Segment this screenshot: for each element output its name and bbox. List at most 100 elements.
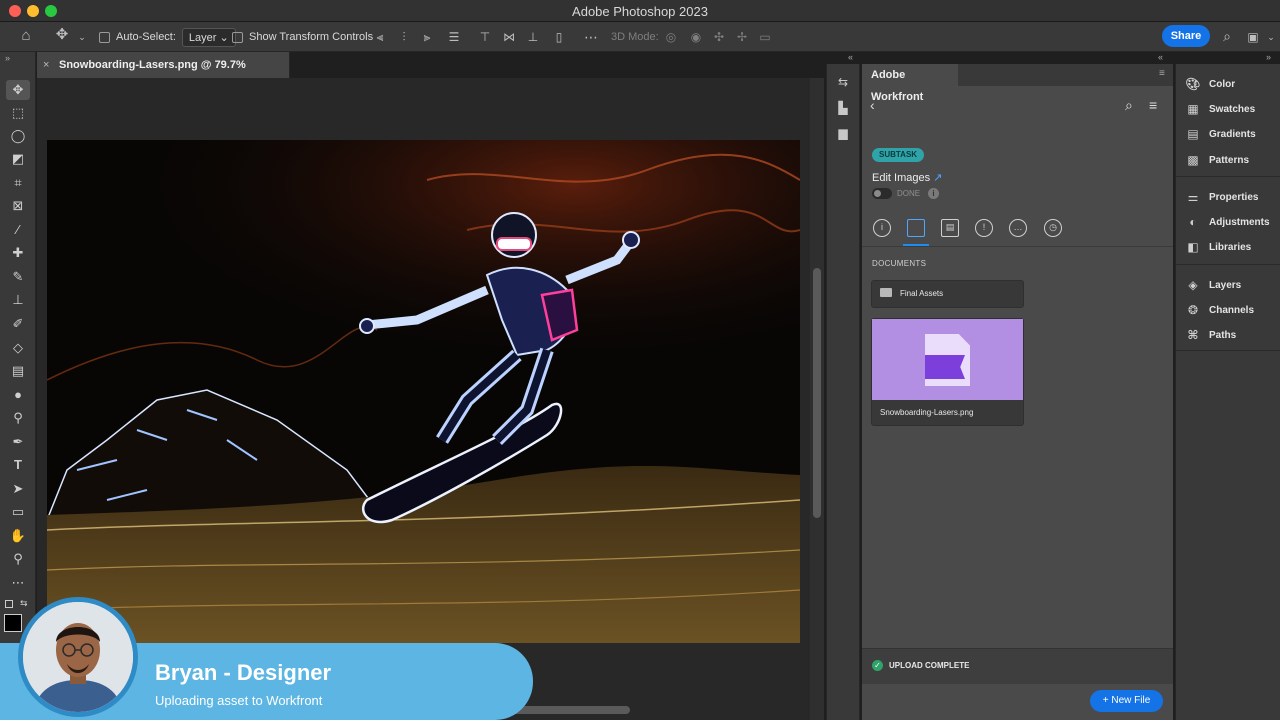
move-tool-icon[interactable]: ✥ [55, 27, 69, 42]
dodge-tool-icon[interactable]: ⚲ [6, 408, 30, 428]
panel-menu-icon[interactable]: ≡ [1159, 68, 1165, 79]
info-icon[interactable]: i [928, 188, 939, 199]
chevron-down-icon[interactable]: ⌄ [1264, 30, 1278, 44]
panel-libraries[interactable]: ◧ Libraries [1185, 240, 1251, 254]
gradient-tool-icon[interactable]: ▤ [6, 361, 30, 381]
hamburger-menu-icon[interactable]: ≡ [1149, 97, 1157, 113]
more-options-icon[interactable]: ⋯ [584, 30, 598, 44]
zoom-tool-icon[interactable]: ⚲ [6, 549, 30, 569]
paths-icon: ⌘ [1187, 328, 1199, 342]
panel-channels[interactable]: ❂ Channels [1185, 303, 1254, 317]
tab-time-icon[interactable]: ◷ [1044, 219, 1062, 237]
panel-label: Channels [1209, 304, 1255, 316]
workspace-icon[interactable]: ▣ [1246, 30, 1260, 44]
share-button[interactable]: Share [1162, 25, 1210, 47]
palette-icon: 🎨︎ [1185, 77, 1201, 91]
marquee-tool-icon[interactable]: ⬚ [6, 103, 30, 123]
eyedropper-tool-icon[interactable]: ⁄ [6, 220, 30, 240]
panel-swatches[interactable]: ▦ Swatches [1185, 102, 1255, 116]
tab-documents-icon[interactable] [907, 219, 925, 237]
search-icon[interactable]: ⌕ [1125, 97, 1133, 114]
hand-tool-icon[interactable]: ✋ [6, 526, 30, 546]
align-bottom-icon[interactable]: ⊥ [526, 30, 540, 44]
panel-icon-strip [826, 64, 860, 720]
panel-label: Color [1209, 78, 1236, 90]
panel-paths[interactable]: ⌘ Paths [1185, 328, 1236, 342]
object-select-tool-icon[interactable]: ◩ [6, 149, 30, 169]
panel-group-divider [1176, 176, 1280, 177]
home-icon[interactable]: ⌂ [18, 28, 34, 45]
channels-icon: ❂ [1187, 303, 1199, 317]
panel-label: Gradients [1209, 128, 1256, 140]
align-right-icon[interactable]: ⫸ [420, 30, 434, 44]
3d-orbit-icon: ◎ [665, 30, 677, 44]
tab-tasks-icon[interactable]: ▤ [941, 219, 959, 237]
crop-tool-icon[interactable]: ⌗ [6, 173, 30, 193]
3d-mode-label: 3D Mode: [611, 31, 659, 43]
plugin-icon[interactable]: ▙ [835, 101, 851, 117]
tab-updates-icon[interactable]: … [1009, 219, 1027, 237]
external-link-icon: ↗ [933, 172, 943, 184]
path-select-tool-icon[interactable]: ➤ [6, 479, 30, 499]
3d-roll-icon: ◉ [690, 30, 702, 44]
align-left-icon[interactable]: ⫷ [373, 30, 387, 44]
panel-gradients[interactable]: ▤ Gradients [1185, 127, 1256, 141]
workfront-panel-tab[interactable]: Adobe Workfront [862, 64, 958, 103]
presenter-name: Bryan - Designer [155, 660, 332, 685]
panel-adjustments[interactable]: ◐ Adjustments [1185, 215, 1269, 229]
foreground-color-swatch[interactable] [4, 614, 22, 632]
collapse-panels-icon[interactable]: « [848, 52, 853, 62]
distribute-icon[interactable]: ☰ [447, 30, 461, 44]
image-canvas[interactable] [47, 140, 800, 643]
panel-label: Swatches [1209, 103, 1256, 115]
panel-group-divider [1176, 264, 1280, 265]
collapse-toolbar-icon[interactable]: » [5, 53, 10, 63]
chevron-down-icon[interactable]: ⌄ [75, 30, 89, 44]
move-tool-icon[interactable]: ✥ [6, 80, 30, 100]
pen-tool-icon[interactable]: ✒ [6, 432, 30, 452]
collapse-dock-icon[interactable]: « [1158, 52, 1163, 62]
align-top-icon[interactable]: ⊤ [478, 30, 492, 44]
align-middle-icon[interactable]: ⋈ [502, 30, 516, 44]
lasso-tool-icon[interactable]: ◯ [6, 126, 30, 146]
tab-issues-icon[interactable]: ! [975, 219, 993, 237]
frame-tool-icon[interactable]: ⊠ [6, 196, 30, 216]
search-icon[interactable]: ⌕ [1220, 29, 1234, 43]
auto-select-dropdown[interactable]: Layer ⌄ [181, 27, 236, 47]
history-brush-icon[interactable]: ✐ [6, 314, 30, 334]
swap-colors-icon[interactable]: ⇆ [20, 598, 28, 609]
auto-select-value: Layer [188, 31, 217, 44]
rectangle-tool-icon[interactable]: ▭ [6, 502, 30, 522]
type-tool-icon[interactable]: T [6, 455, 30, 475]
brush-tool-icon[interactable]: ✎ [6, 267, 30, 287]
panel-layers[interactable]: ◈ Layers [1185, 278, 1241, 292]
expand-dock-icon[interactable]: » [1266, 52, 1271, 62]
task-name-link[interactable]: Edit Images ↗ [872, 171, 942, 184]
new-file-button[interactable]: + New File [1090, 690, 1163, 712]
patterns-icon: ▩ [1187, 153, 1199, 167]
healing-tool-icon[interactable]: ✚ [6, 243, 30, 263]
tab-details-icon[interactable]: i [873, 219, 891, 237]
3d-slide-icon: ✢ [736, 30, 748, 44]
comments-icon[interactable]: ▆ [835, 126, 851, 142]
edit-toolbar-icon[interactable]: ⋯ [6, 573, 30, 593]
close-document-icon[interactable]: × [43, 52, 49, 78]
panel-color[interactable]: 🎨︎ Color [1185, 77, 1235, 91]
eraser-tool-icon[interactable]: ◇ [6, 338, 30, 358]
distribute-vertical-icon[interactable]: ▯ [552, 30, 566, 44]
workfront-icon[interactable]: ⇆ [835, 75, 851, 91]
stamp-tool-icon[interactable]: ⊥ [6, 290, 30, 310]
auto-select-checkbox[interactable]: Auto-Select: Layer ⌄ [99, 22, 236, 52]
transform-controls-checkbox[interactable]: Show Transform Controls [232, 22, 373, 52]
panel-properties[interactable]: ⚌ Properties [1185, 190, 1259, 204]
align-center-icon[interactable]: ⫶ [397, 30, 411, 44]
panel-patterns[interactable]: ▩ Patterns [1185, 153, 1249, 167]
blur-tool-icon[interactable]: ● [6, 385, 30, 405]
vertical-scroll-thumb[interactable] [813, 268, 821, 518]
3d-camera-icon: ▭ [759, 30, 771, 44]
default-colors-icon[interactable] [5, 600, 13, 608]
toggle-knob [874, 190, 881, 197]
folder-item[interactable] [871, 280, 1024, 308]
document-tab[interactable]: Snowboarding-Lasers.png @ 79.7% (RGB/8) [37, 52, 290, 97]
back-icon[interactable]: ‹ [870, 97, 875, 113]
